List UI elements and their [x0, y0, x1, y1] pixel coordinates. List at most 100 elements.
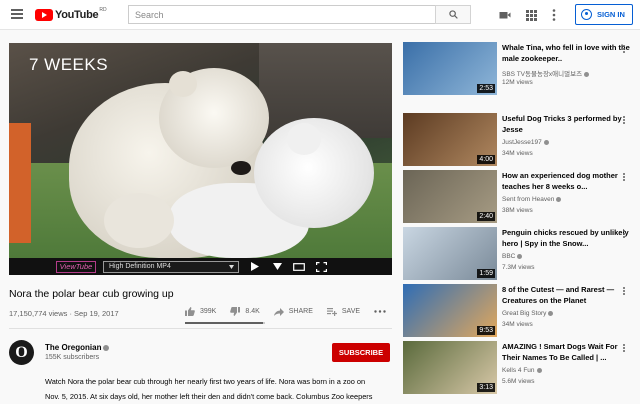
recommendation-title[interactable]: Penguin chicks rescued by unlikely hero … — [502, 227, 632, 249]
recommendation-title[interactable]: AMAZING ! Smart Dogs Wait For Their Name… — [502, 341, 632, 363]
recommendation-channel[interactable]: Great Big Story — [502, 310, 554, 317]
subscriber-count: 155K subscribers — [45, 354, 100, 361]
like-ratio-bar — [185, 322, 265, 324]
recommendation-channel[interactable]: SBS TV동물농장x애니멀보즈 — [502, 68, 590, 78]
stuffed-toy-ear — [287, 123, 321, 155]
background-object — [9, 123, 31, 243]
top-bar: YouTube RD Search SIGN IN — [0, 0, 640, 30]
play-icon — [251, 262, 259, 271]
polar-bear-cub-paw — [104, 193, 174, 248]
like-ratio-fill — [185, 322, 264, 324]
channel-name[interactable]: The Oregonian — [45, 343, 101, 352]
dislike-button[interactable]: 8.4K — [230, 307, 260, 316]
hamburger-menu-icon[interactable] — [11, 9, 23, 19]
recommendation-thumbnail[interactable]: 3:13 — [403, 341, 497, 394]
recommendation-item[interactable]: 1:59 Penguin chicks rescued by unlikely h… — [403, 227, 635, 281]
video-duration: 2:53 — [477, 84, 495, 93]
verified-badge-icon — [543, 139, 549, 145]
channel-avatar[interactable]: O — [9, 340, 34, 365]
more-actions-button[interactable] — [374, 310, 391, 313]
description-line: Watch Nora the polar bear cub through he… — [45, 377, 366, 386]
recommendation-channel[interactable]: BBC — [502, 253, 523, 260]
video-duration: 1:59 — [477, 269, 495, 278]
share-button[interactable]: SHARE — [273, 307, 313, 316]
recommendation-item[interactable]: 2:40 How an experienced dog mother teache… — [403, 170, 635, 224]
youtube-logo[interactable]: YouTube RD — [35, 7, 107, 22]
video-duration: 9:53 — [477, 326, 495, 335]
more-options-icon[interactable] — [620, 44, 628, 56]
recommendation-title[interactable]: Whale Tina, who fell in love with the ma… — [502, 42, 632, 64]
verified-badge-icon — [584, 71, 590, 77]
theater-icon — [293, 262, 305, 271]
more-options-icon[interactable] — [620, 343, 628, 355]
recommendation-channel[interactable]: Sent from Heaven — [502, 196, 562, 203]
create-video-icon[interactable] — [499, 8, 511, 20]
more-options-icon[interactable] — [620, 115, 628, 127]
section-divider — [9, 328, 392, 329]
theater-mode-button[interactable] — [293, 261, 305, 273]
recommendation-title[interactable]: Useful Dog Tricks 3 performed by Jesse — [502, 113, 632, 135]
like-button[interactable]: 399K — [185, 307, 216, 316]
search-button[interactable] — [435, 5, 471, 24]
more-options-icon[interactable] — [620, 229, 628, 241]
channel-name-row[interactable]: The Oregonian — [45, 343, 110, 352]
recommendation-item[interactable]: 3:13 AMAZING ! Smart Dogs Wait For Their … — [403, 341, 635, 395]
recommendation-channel[interactable]: Kells 4 Fun — [502, 367, 542, 374]
apps-grid-icon[interactable] — [526, 8, 538, 21]
save-button[interactable]: SAVE — [326, 307, 360, 316]
logo-region: RD — [99, 7, 107, 13]
search-input[interactable]: Search — [128, 5, 435, 24]
more-horizontal-icon — [374, 310, 386, 313]
download-button[interactable] — [271, 261, 283, 273]
video-actions: 399K 8.4K SHARE SAVE — [185, 307, 405, 316]
youtube-play-logo-icon — [35, 9, 53, 21]
recommendation-thumbnail[interactable]: 1:59 — [403, 227, 497, 280]
recommendation-thumbnail[interactable]: 2:53 — [403, 42, 497, 95]
dropdown-arrow-icon — [229, 264, 234, 269]
recommendation-views: 34M views — [502, 150, 533, 157]
settings-more-icon[interactable] — [552, 8, 564, 21]
quality-value: High Definition MP4 — [109, 263, 171, 270]
recommendation-thumbnail[interactable]: 2:40 — [403, 170, 497, 223]
recommendation-views: 38M views — [502, 207, 533, 214]
video-player[interactable]: 7 WEEKS ViewTube High Definition MP4 — [9, 43, 392, 275]
add-to-playlist-icon — [326, 307, 337, 316]
fullscreen-button[interactable] — [315, 261, 327, 273]
search-icon — [449, 10, 458, 19]
recommendation-thumbnail[interactable]: 9:53 — [403, 284, 497, 337]
polar-bear-cub-nose — [231, 161, 251, 175]
dislike-count: 8.4K — [245, 308, 260, 315]
video-duration: 2:40 — [477, 212, 495, 221]
recommendation-item[interactable]: 4:00 Useful Dog Tricks 3 performed by Jes… — [403, 113, 635, 167]
sign-in-button[interactable]: SIGN IN — [575, 4, 633, 25]
recommendation-thumbnail[interactable]: 4:00 — [403, 113, 497, 166]
play-button[interactable] — [249, 261, 261, 273]
share-label: SHARE — [288, 308, 313, 315]
recommendation-item[interactable]: 9:53 8 of the Cutest — and Rarest — Creat… — [403, 284, 635, 338]
verified-badge-icon — [556, 196, 562, 202]
recommendation-channel[interactable]: JustJesse197 — [502, 139, 549, 146]
more-options-icon[interactable] — [620, 172, 628, 184]
recommendation-item[interactable]: 2:53 Whale Tina, who fell in love with th… — [403, 42, 635, 96]
verified-badge-icon — [536, 367, 542, 373]
share-arrow-icon — [273, 307, 284, 316]
verified-badge-icon — [517, 253, 523, 259]
viewtube-badge[interactable]: ViewTube — [56, 260, 96, 273]
video-frame[interactable]: 7 WEEKS — [9, 43, 392, 258]
view-count-date: 17,150,774 views · Sep 19, 2017 — [9, 309, 119, 318]
description-line: Nov. 5, 2015. At six days old, her mothe… — [45, 392, 373, 401]
subscribe-button[interactable]: SUBSCRIBE — [332, 343, 390, 362]
video-title: Nora the polar bear cub growing up — [9, 288, 174, 300]
recommendation-views: 7.3M views — [502, 264, 535, 271]
recommendation-views: 12M views — [502, 79, 533, 86]
recommendation-title[interactable]: How an experienced dog mother teaches he… — [502, 170, 632, 192]
video-duration: 3:13 — [477, 383, 495, 392]
more-options-icon[interactable] — [620, 286, 628, 298]
recommendation-title[interactable]: 8 of the Cutest — and Rarest — Creatures… — [502, 284, 632, 306]
quality-select[interactable]: High Definition MP4 — [103, 260, 239, 273]
like-count: 399K — [200, 308, 217, 315]
thumbs-up-icon — [185, 307, 195, 316]
fullscreen-icon — [315, 261, 327, 272]
verified-badge-icon — [548, 310, 554, 316]
account-icon — [581, 9, 592, 20]
